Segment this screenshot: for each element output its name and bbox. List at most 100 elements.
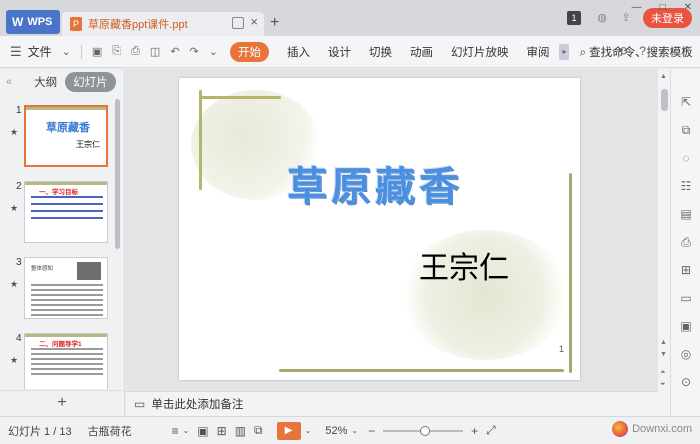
- share-icon[interactable]: ⇪: [619, 11, 633, 25]
- thumbnail-preview: 一、学习目标: [24, 181, 108, 243]
- maximize-icon[interactable]: □: [660, 2, 666, 13]
- file-menu[interactable]: 文件: [28, 43, 52, 60]
- canvas-scrollbar[interactable]: ▲ ▲ ▼ ⏶ ⏷: [658, 69, 670, 416]
- chevron-down-icon[interactable]: ⌄: [62, 45, 71, 58]
- collapse-ribbon-icon[interactable]: ⌃: [682, 44, 692, 58]
- vine-border: [25, 182, 107, 185]
- settings-sliders-icon[interactable]: ☷: [679, 179, 693, 193]
- thumbnail-list: 1 ★ 草原藏香 王宗仁 2 ★ 一、学习目标 3 ★ 整体感知 4 ★ 二、问…: [0, 95, 118, 389]
- tab-slideshow[interactable]: 幻灯片放映: [451, 44, 509, 60]
- tab-start[interactable]: 开始: [229, 41, 269, 62]
- thumbnail-title: 草原藏香: [46, 122, 90, 134]
- notes-bar[interactable]: ▭ 单击此处添加备注: [126, 391, 658, 416]
- toolbox-icon[interactable]: ▭: [679, 291, 693, 305]
- select-icon[interactable]: ⇱: [679, 95, 693, 109]
- thumbnail-number: 4: [16, 333, 22, 344]
- previous-slide-icon[interactable]: ⏶: [660, 369, 666, 377]
- scroll-up-icon[interactable]: ▲: [660, 73, 667, 80]
- window-controls: — □ ✕: [632, 2, 692, 13]
- zoom-out-icon[interactable]: −: [368, 424, 375, 438]
- skin-icon[interactable]: ◍: [595, 11, 609, 25]
- zoom-level[interactable]: 52%: [325, 425, 347, 437]
- more-tools-icon[interactable]: ⊙: [679, 375, 693, 389]
- tab-close-icon[interactable]: ×: [250, 14, 258, 29]
- help-icon[interactable]: ?: [639, 44, 646, 58]
- print-icon[interactable]: ⎙: [131, 45, 140, 58]
- zoom-slider[interactable]: [383, 425, 464, 436]
- scroll-down-icon[interactable]: ▼: [660, 351, 667, 358]
- reading-view-icon[interactable]: ▥: [235, 424, 246, 438]
- theme-name[interactable]: 古瓶荷花: [88, 423, 132, 439]
- chevron-down-icon[interactable]: ⌄: [305, 426, 312, 435]
- redo-icon[interactable]: ↷: [190, 45, 199, 58]
- fit-window-icon[interactable]: ⤢: [486, 423, 496, 438]
- current-slide[interactable]: 草原藏香 王宗仁 1: [179, 78, 580, 380]
- thumbnail-number: 1: [16, 105, 22, 116]
- thumbnail-text-lines: [31, 196, 103, 224]
- tab-outline[interactable]: 大纲: [34, 74, 57, 90]
- thumbnail-heading: 一、学习目标: [39, 189, 78, 196]
- document-tab-name: 草原藏香ppt课件.ppt: [88, 19, 188, 31]
- sorter-view-icon[interactable]: ⊞: [217, 424, 227, 438]
- notes-placeholder[interactable]: 单击此处添加备注: [151, 396, 243, 412]
- collapse-panel-icon[interactable]: «: [6, 76, 12, 88]
- normal-view-icon[interactable]: ▣: [197, 424, 208, 438]
- add-slide-button[interactable]: +: [0, 390, 124, 416]
- presenter-view-icon[interactable]: ⧉: [254, 423, 263, 438]
- slide-author[interactable]: 王宗仁: [419, 243, 509, 287]
- thumbnail-heading: 二、问题导学1: [39, 341, 82, 348]
- tab-animation[interactable]: 动画: [410, 44, 433, 60]
- vine-border: [25, 334, 107, 337]
- picture-icon[interactable]: ▣: [679, 319, 693, 333]
- menu-hamburger-icon[interactable]: ☰: [10, 44, 22, 60]
- more-options-icon[interactable]: ⋮: [658, 44, 670, 58]
- tab-slides[interactable]: 幻灯片: [65, 72, 116, 92]
- play-slideshow-button[interactable]: ▶: [276, 421, 301, 440]
- close-window-icon[interactable]: ✕: [684, 2, 692, 13]
- save-icon[interactable]: ▣: [92, 45, 102, 58]
- divider: [80, 44, 82, 59]
- export-icon[interactable]: ⎘: [112, 45, 121, 58]
- thumbnail-preview: 整体感知: [24, 257, 108, 319]
- zoom-in-icon[interactable]: +: [471, 424, 478, 438]
- tab-window-icon[interactable]: [232, 17, 244, 29]
- wps-home-tab[interactable]: W WPS: [6, 10, 60, 34]
- tab-transition[interactable]: 切换: [369, 44, 392, 60]
- more-tabs-icon[interactable]: ▸: [559, 43, 570, 60]
- new-tab-button[interactable]: +: [270, 14, 279, 32]
- vine-decoration: [199, 90, 202, 190]
- crop-icon[interactable]: ⊞: [679, 263, 693, 277]
- shapes-icon[interactable]: ◌: [679, 151, 693, 165]
- more-quick-icon[interactable]: ⌄: [209, 45, 218, 58]
- thumbnail-number: 3: [16, 257, 22, 268]
- copy-style-icon[interactable]: ⧉: [679, 123, 693, 137]
- thumbnail-scrollbar[interactable]: [115, 99, 120, 249]
- tab-design[interactable]: 设计: [328, 44, 351, 60]
- scroll-up-icon[interactable]: ▲: [660, 339, 667, 346]
- undo-icon[interactable]: ↶: [170, 45, 179, 58]
- slide-title[interactable]: 草原藏香: [287, 154, 463, 212]
- vine-border: [26, 107, 106, 110]
- zoom-slider-knob[interactable]: [419, 425, 430, 436]
- chevron-down-icon[interactable]: ⌄: [351, 426, 358, 435]
- layout-icon[interactable]: ▤: [679, 207, 693, 221]
- sync-icon[interactable]: ⟲: [617, 44, 627, 58]
- thumbnail-author: 王宗仁: [76, 140, 100, 149]
- tab-review[interactable]: 审阅: [526, 44, 549, 60]
- next-slide-icon[interactable]: ⏷: [660, 381, 666, 389]
- print-preview-icon[interactable]: ◫: [150, 45, 160, 58]
- help-circle-icon[interactable]: ◎: [679, 347, 693, 361]
- wps-home-label: WPS: [27, 16, 53, 28]
- tab-insert[interactable]: 插入: [287, 44, 310, 60]
- menu-bar: ☰ 文件 ⌄ ▣ ⎘ ⎙ ◫ ↶ ↷ ⌄ 开始 插入 设计 切换 动画 幻灯片放…: [0, 36, 700, 68]
- window-count-badge[interactable]: 1: [567, 11, 581, 25]
- scrollbar-thumb[interactable]: [661, 89, 668, 111]
- document-icon[interactable]: ⎙: [679, 235, 693, 249]
- watermark: Downxi.com: [612, 421, 692, 437]
- ppt-file-icon: P: [70, 17, 82, 31]
- minimize-icon[interactable]: —: [632, 2, 642, 13]
- animation-star-icon: ★: [10, 127, 19, 137]
- document-tab[interactable]: P 草原藏香ppt课件.ppt ×: [62, 12, 264, 36]
- chevron-down-icon[interactable]: ⌄: [183, 426, 190, 435]
- notes-toggle-icon[interactable]: ≡: [172, 424, 179, 438]
